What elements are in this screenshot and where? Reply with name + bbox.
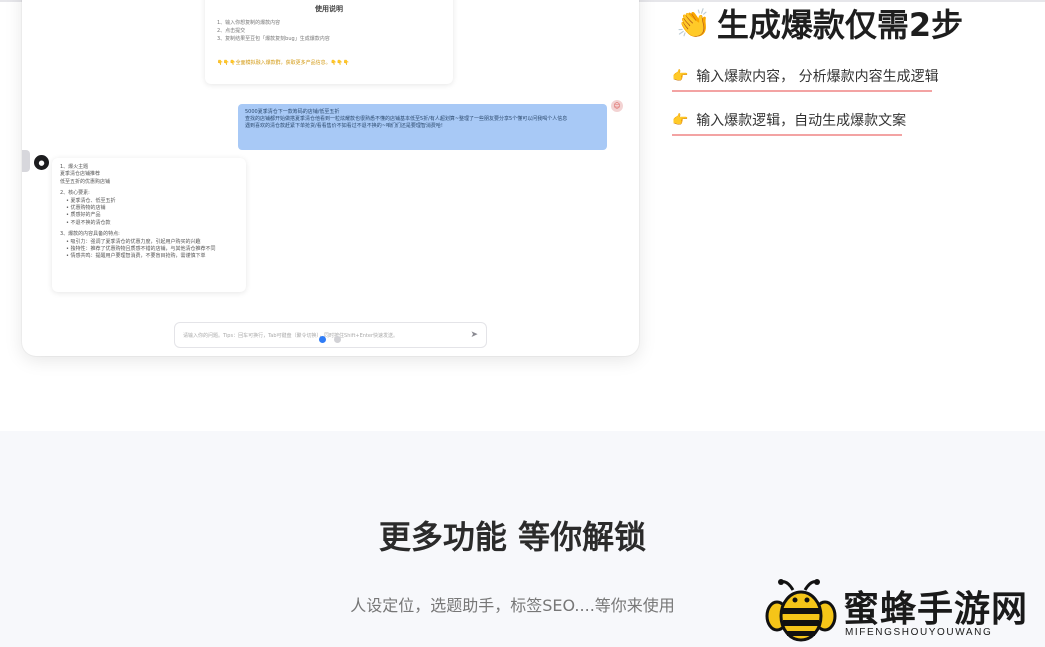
bot-bullet: • 吸引力：强调了夏季清仓的优惠力度，引起用户购买的兴趣: [66, 238, 201, 245]
bee-logo-icon: [765, 579, 837, 642]
bot-line: 夏季清仓店铺推荐: [60, 171, 101, 178]
bot-message-bubble: 1、爆火主题 夏季清仓店铺推荐 低至五折的优惠购店铺 2、核心要素: • 夏季清…: [52, 158, 246, 292]
chat-preview-card: 使用说明 1、输入你想复制的爆款内容 2、点击提交 3、复制结果至豆包「爆款复刻…: [22, 0, 639, 356]
bot-line: 2、核心要素:: [60, 190, 90, 197]
watermark-name-cn: 蜜蜂手游网: [843, 588, 1029, 630]
step-label: 输入爆款逻辑，自动生成爆款文案: [696, 113, 907, 129]
carousel-dots: [319, 336, 341, 343]
step-label: 输入爆款内容， 分析爆款内容生成逻辑: [696, 69, 939, 85]
send-icon[interactable]: ➤: [470, 330, 478, 340]
instruction-line: 2、点击提交: [217, 28, 246, 34]
bot-bullet: • 质感好的产品: [66, 212, 101, 219]
user-message-bubble: 5000夏季清仓下一款筹码的店铺/低至五折 查找的店铺都开始做搭夏季清仓他看到一…: [238, 104, 607, 150]
carousel-prev-handle[interactable]: [22, 150, 30, 172]
carousel-dot-active[interactable]: [319, 336, 326, 343]
bot-bullet: • 不退不换的清仓款: [66, 219, 111, 226]
steps-title-text: 生成爆款仅需2步: [716, 6, 964, 44]
carousel-dot[interactable]: [334, 336, 341, 343]
chat-input[interactable]: 请输入你的问题。Tips：回车可换行，Tab可键盘（聚令切换），同时按住Shif…: [174, 322, 487, 348]
usage-instructions-title: 使用说明: [315, 5, 343, 13]
bot-avatar-icon: ●: [34, 155, 49, 170]
instruction-line: 1、输入你想复制的爆款内容: [217, 20, 281, 26]
user-message-line: 查找的店铺都开始做搭夏季清仓他看到一粒炫耀款也很熟悉不懂的店铺基本低至5折/有人…: [245, 116, 568, 122]
step-item: 👉 输入爆款内容， 分析爆款内容生成逻辑: [672, 66, 939, 92]
more-features-title: 更多功能 等你解锁: [378, 518, 647, 556]
user-avatar-icon: ☺: [611, 100, 623, 112]
instruction-line: 3、复制结果至豆包「爆款复刻bug」生成爆款内容: [217, 36, 330, 42]
site-watermark: 蜜蜂手游网 MIFENGSHOUYOUWANG: [765, 578, 1040, 644]
chat-input-placeholder: 请输入你的问题。Tips：回车可换行，Tab可键盘（聚令切换），同时按住Shif…: [183, 332, 399, 339]
steps-title: 👏 生成爆款仅需2步: [676, 3, 964, 44]
user-message-line: 5000夏季清仓下一款筹码的店铺/低至五折: [245, 109, 340, 115]
user-message-line: 遇到喜欢的清仓款赶紧下单抢货/看看售价不如看过不退不换的~咱们们还是要理智消费哈…: [245, 123, 443, 129]
bot-line: 低至五折的优惠购店铺: [60, 178, 111, 185]
bot-bullet: • 情感共鸣：提醒用户要理智消费，不要盲目抢购，需谨慎下单: [66, 253, 206, 260]
step-item: 👉 输入爆款逻辑，自动生成爆款文案: [672, 110, 906, 136]
bot-bullet: • 夏季清仓、低至五折: [66, 197, 116, 204]
pointing-hand-icon: 👉: [672, 68, 689, 84]
usage-instructions-box: 使用说明 1、输入你想复制的爆款内容 2、点击提交 3、复制结果至豆包「爆款复刻…: [205, 0, 453, 84]
instruction-note: 👇👇👇全面模拟融入爆款群，获取更多产品信息。👇👇👇: [217, 60, 350, 66]
clapping-hands-icon: 👏: [676, 6, 711, 40]
bot-line: 3、爆款的内容具备的特点:: [60, 231, 120, 238]
pointing-hand-icon: 👉: [672, 112, 689, 128]
watermark-name-en: MIFENGSHOUYOUWANG: [845, 627, 993, 638]
